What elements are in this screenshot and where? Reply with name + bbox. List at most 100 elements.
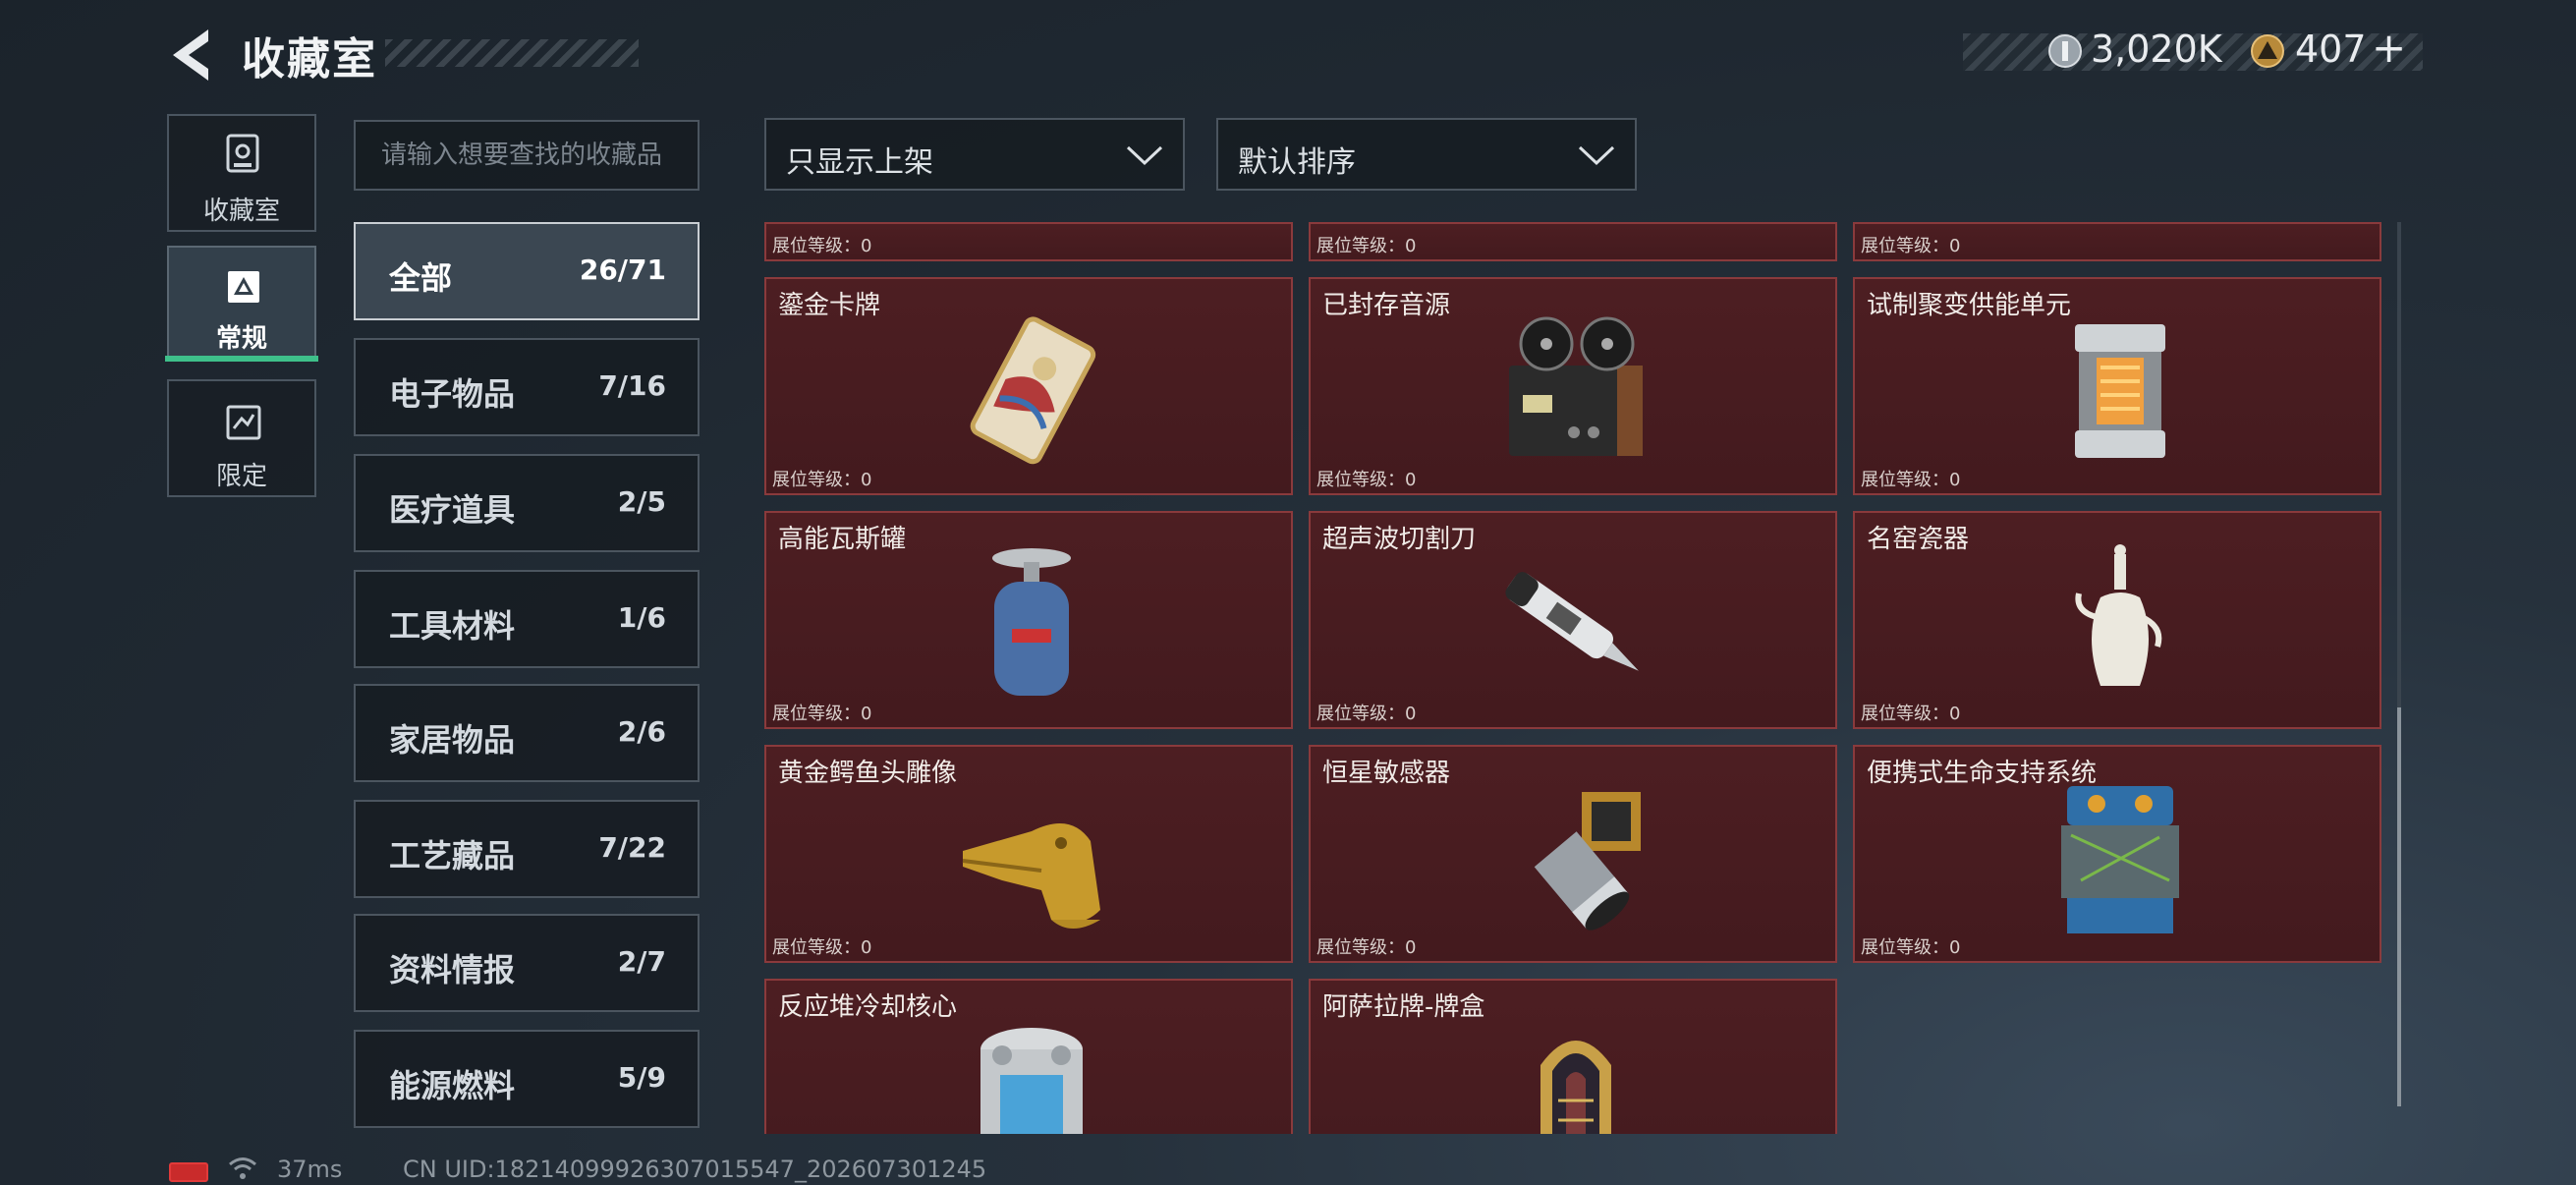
booth-level: 展位等级：0 xyxy=(1861,470,1961,490)
nav-active-indicator xyxy=(165,356,318,362)
star-sensor-icon xyxy=(1534,792,1641,931)
category-name: 能源燃料 xyxy=(389,1067,516,1104)
booth-level: 展位等级：0 xyxy=(1316,236,1417,256)
search-input[interactable] xyxy=(354,120,700,191)
collection-grid: 展位等级：0 展位等级：0 展位等级：0 鎏金卡牌 展位等级：0 已封存音源 展… xyxy=(762,222,2383,1134)
gilded-card-icon xyxy=(970,316,1096,465)
booth-level: 展位等级：0 xyxy=(772,470,872,490)
item-name: 已封存音源 xyxy=(1322,291,1451,320)
limited-card-icon xyxy=(226,405,261,440)
category-intel[interactable]: 资料情报 2/7 xyxy=(354,914,700,1012)
chevron-down-icon xyxy=(1126,145,1163,166)
category-count: 7/22 xyxy=(598,831,666,864)
booth-level: 展位等级：0 xyxy=(772,937,872,958)
porcelain-ewer-icon xyxy=(2075,544,2162,686)
item-card-reactor-core[interactable]: 反应堆冷却核心 xyxy=(764,979,1293,1134)
fusion-cell-icon xyxy=(2075,324,2165,458)
category-all[interactable]: 全部 26/71 xyxy=(354,222,700,320)
page-title: 收藏室 xyxy=(242,34,377,85)
card-box-icon xyxy=(1540,1041,1611,1134)
user-uid: CN UID:18214099926307015547_202607301245 xyxy=(403,1156,987,1183)
currency-gold-value: 407 xyxy=(2295,28,2367,71)
category-count: 1/6 xyxy=(617,601,666,634)
item-card-gilded-card[interactable]: 鎏金卡牌 展位等级：0 xyxy=(764,277,1293,495)
category-count: 7/16 xyxy=(598,369,666,402)
trophy-cabinet-icon xyxy=(226,134,259,173)
chevron-down-icon xyxy=(1578,145,1615,166)
item-name: 黄金鳄鱼头雕像 xyxy=(778,759,958,788)
ultrasonic-cutter-icon xyxy=(1505,572,1639,671)
booth-level: 展位等级：0 xyxy=(1316,470,1417,490)
category-tools[interactable]: 工具材料 1/6 xyxy=(354,570,700,668)
grid-scrollbar-thumb[interactable] xyxy=(2397,707,2401,1106)
triangle-card-icon xyxy=(228,271,259,303)
title-decoration xyxy=(385,39,639,67)
gold-crocodile-head-icon xyxy=(962,823,1100,929)
item-card-sealed-audio[interactable]: 已封存音源 展位等级：0 xyxy=(1309,277,1837,495)
add-currency-button[interactable]: + xyxy=(2372,24,2406,72)
item-name: 名窑瓷器 xyxy=(1867,525,1970,554)
category-count: 2/5 xyxy=(617,485,666,518)
nav-label: 常规 xyxy=(215,324,267,354)
booth-level: 展位等级：0 xyxy=(1316,937,1417,958)
reel-tape-recorder-icon xyxy=(1509,316,1643,456)
category-electronics[interactable]: 电子物品 7/16 xyxy=(354,338,700,436)
category-name: 家居物品 xyxy=(389,721,516,759)
nav-collection-room[interactable]: 收藏室 xyxy=(167,114,316,232)
silver-coin-icon xyxy=(2048,34,2082,68)
item-card-star-sensor[interactable]: 恒星敏感器 展位等级：0 xyxy=(1309,745,1837,963)
item-card[interactable]: 展位等级：0 xyxy=(1853,222,2381,261)
booth-level: 展位等级：0 xyxy=(772,236,872,256)
category-name: 电子物品 xyxy=(389,375,516,413)
wifi-icon xyxy=(229,1157,256,1179)
item-name: 超声波切割刀 xyxy=(1322,525,1477,554)
item-card[interactable]: 展位等级：0 xyxy=(1309,222,1837,261)
gas-canister-icon xyxy=(992,548,1071,696)
nav-label: 收藏室 xyxy=(202,197,280,226)
item-card-card-box[interactable]: 阿萨拉牌-牌盒 xyxy=(1309,979,1837,1134)
item-name: 阿萨拉牌-牌盒 xyxy=(1322,992,1485,1022)
currency-silver-value: 3,020K xyxy=(2091,28,2222,71)
category-crafts[interactable]: 工艺藏品 7/22 xyxy=(354,800,700,898)
category-name: 工具材料 xyxy=(389,607,516,645)
item-card-fusion-cell[interactable]: 试制聚变供能单元 展位等级：0 xyxy=(1853,277,2381,495)
category-count: 2/6 xyxy=(617,715,666,748)
category-name: 资料情报 xyxy=(389,951,516,988)
ping-value: 37ms xyxy=(277,1156,343,1183)
item-card-porcelain[interactable]: 名窑瓷器 展位等级：0 xyxy=(1853,511,2381,729)
booth-level: 展位等级：0 xyxy=(1861,937,1961,958)
nav-limited[interactable]: 限定 xyxy=(167,379,316,497)
category-count: 5/9 xyxy=(617,1061,666,1094)
category-count: 2/7 xyxy=(617,945,666,978)
category-household[interactable]: 家居物品 2/6 xyxy=(354,684,700,782)
category-medical[interactable]: 医疗道具 2/5 xyxy=(354,454,700,552)
battery-icon xyxy=(169,1162,208,1182)
nav-label: 限定 xyxy=(215,462,267,491)
display-filter-dropdown[interactable]: 只显示上架 xyxy=(764,118,1185,191)
item-card-gold-crocodile[interactable]: 黄金鳄鱼头雕像 展位等级：0 xyxy=(764,745,1293,963)
booth-level: 展位等级：0 xyxy=(1316,704,1417,724)
item-name: 反应堆冷却核心 xyxy=(778,992,958,1022)
display-filter-value: 只显示上架 xyxy=(786,145,933,180)
category-name: 工艺藏品 xyxy=(389,837,516,875)
booth-level: 展位等级：0 xyxy=(1861,704,1961,724)
category-energy[interactable]: 能源燃料 5/9 xyxy=(354,1030,700,1128)
item-name: 鎏金卡牌 xyxy=(778,291,881,320)
reactor-core-icon xyxy=(980,1028,1083,1134)
item-name: 恒星敏感器 xyxy=(1322,759,1451,788)
gold-coin-icon xyxy=(2251,34,2284,68)
booth-level: 展位等级：0 xyxy=(772,704,872,724)
item-card-ultrasonic-cutter[interactable]: 超声波切割刀 展位等级：0 xyxy=(1309,511,1837,729)
back-arrow-icon[interactable] xyxy=(165,26,224,85)
nav-regular[interactable]: 常规 xyxy=(167,246,316,360)
category-name: 全部 xyxy=(389,259,453,297)
booth-level: 展位等级：0 xyxy=(1861,236,1961,256)
item-card-gas-canister[interactable]: 高能瓦斯罐 展位等级：0 xyxy=(764,511,1293,729)
item-card-life-support[interactable]: 便携式生命支持系统 展位等级：0 xyxy=(1853,745,2381,963)
item-card[interactable]: 展位等级：0 xyxy=(764,222,1293,261)
category-name: 医疗道具 xyxy=(389,491,516,529)
item-name: 高能瓦斯罐 xyxy=(778,525,907,554)
sort-value: 默认排序 xyxy=(1238,145,1356,180)
category-count: 26/71 xyxy=(579,254,666,286)
sort-dropdown[interactable]: 默认排序 xyxy=(1216,118,1637,191)
